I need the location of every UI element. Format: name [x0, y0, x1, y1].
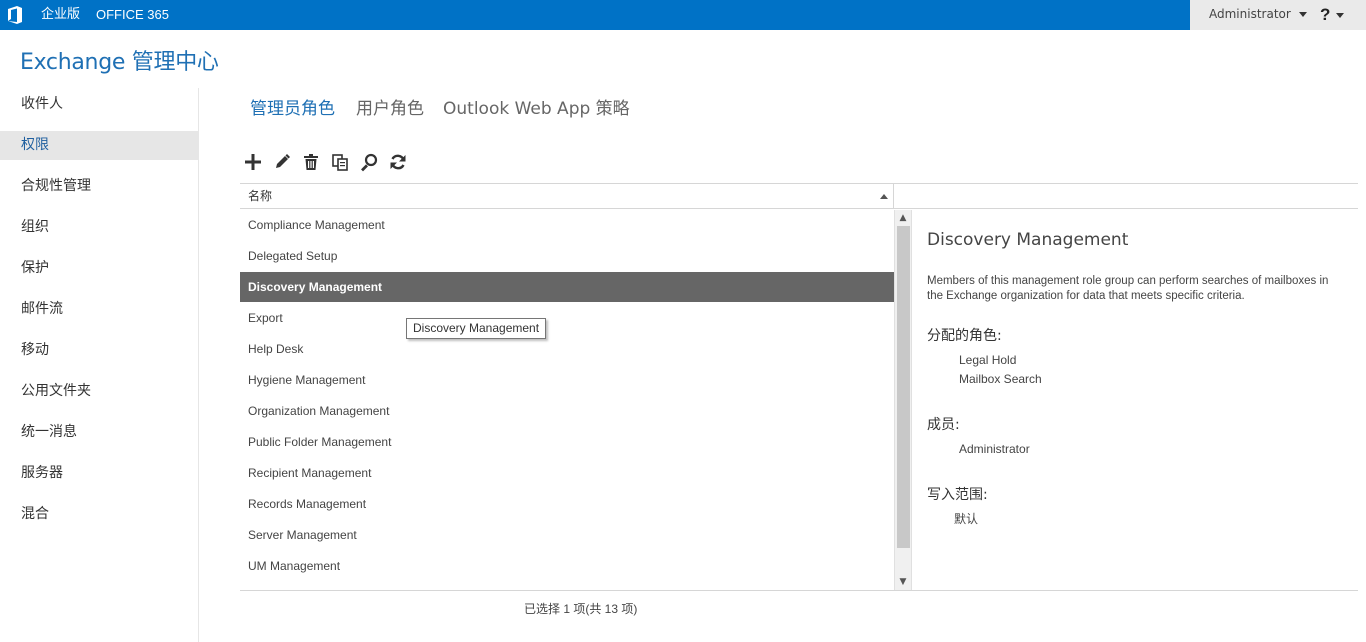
table-row[interactable]: Server Management	[240, 520, 894, 550]
tab-user-roles[interactable]: 用户角色	[356, 94, 424, 119]
scroll-down-icon[interactable]: ▼	[895, 574, 911, 590]
refresh-icon[interactable]	[388, 152, 408, 172]
sidebar-item-compliance[interactable]: 合规性管理	[0, 172, 198, 201]
top-bar: 企业版 OFFICE 365 Administrator ?	[0, 0, 1366, 30]
user-area: Administrator ?	[1190, 0, 1366, 30]
details-title: Discovery Management	[927, 230, 1129, 250]
tab-admin-roles[interactable]: 管理员角色	[250, 94, 335, 119]
sidebar-item-hybrid[interactable]: 混合	[0, 500, 198, 529]
table-row-selected[interactable]: Discovery Management	[240, 272, 894, 302]
edit-icon[interactable]	[272, 152, 292, 172]
edition-link[interactable]: 企业版	[41, 0, 80, 30]
scroll-thumb[interactable]	[897, 226, 910, 548]
selection-status: 已选择 1 项(共 13 项)	[524, 602, 638, 616]
table-row[interactable]: Public Folder Management	[240, 427, 894, 457]
details-description: Members of this management role group ca…	[927, 275, 1329, 302]
list-bottom-border	[240, 590, 1358, 591]
sidebar-item-permissions[interactable]: 权限	[0, 131, 198, 160]
sidebar-item-mail-flow[interactable]: 邮件流	[0, 295, 198, 324]
help-label: ?	[1320, 5, 1331, 24]
column-divider	[893, 184, 894, 209]
user-name: Administrator	[1209, 7, 1291, 21]
role-group-list: Compliance Management Delegated Setup Di…	[240, 210, 894, 590]
help-menu[interactable]: ?	[1320, 0, 1345, 30]
list-header: 名称	[240, 183, 1358, 209]
sort-ascending-icon[interactable]	[880, 194, 888, 199]
office-logo-icon[interactable]	[7, 6, 23, 24]
sidebar-item-recipients[interactable]: 收件人	[0, 90, 198, 119]
column-header-name[interactable]: 名称	[248, 184, 272, 209]
user-menu[interactable]: Administrator	[1209, 0, 1307, 30]
assigned-role-item: Legal Hold	[959, 353, 1017, 367]
write-scope-label: 写入范围:	[927, 487, 988, 503]
table-row[interactable]: Hygiene Management	[240, 365, 894, 395]
table-row[interactable]: Help Desk	[240, 334, 894, 364]
assigned-roles-label: 分配的角色:	[927, 328, 1002, 344]
row-tooltip: Discovery Management	[406, 318, 547, 339]
write-scope-value: 默认	[954, 512, 979, 526]
office365-link[interactable]: OFFICE 365	[96, 0, 169, 30]
page-title: Exchange 管理中心	[20, 50, 219, 75]
member-item: Administrator	[959, 442, 1030, 456]
sidebar-item-unified-messaging[interactable]: 统一消息	[0, 418, 198, 447]
search-icon[interactable]	[359, 152, 379, 172]
add-icon[interactable]	[243, 152, 263, 172]
assigned-role-item: Mailbox Search	[959, 372, 1042, 386]
table-row[interactable]: Compliance Management	[240, 210, 894, 240]
sidebar-item-servers[interactable]: 服务器	[0, 459, 198, 488]
scroll-up-icon[interactable]: ▲	[895, 210, 911, 226]
sidebar-item-public-folders[interactable]: 公用文件夹	[0, 377, 198, 406]
table-row[interactable]: Recipient Management	[240, 458, 894, 488]
sidebar-item-mobile[interactable]: 移动	[0, 336, 198, 365]
table-row[interactable]: Records Management	[240, 489, 894, 519]
table-row[interactable]: Export	[240, 303, 894, 333]
members-label: 成员:	[927, 417, 960, 433]
pane-divider	[911, 210, 912, 590]
chevron-down-icon	[1336, 13, 1345, 19]
delete-icon[interactable]	[301, 152, 321, 172]
table-row[interactable]: UM Management	[240, 551, 894, 581]
table-row[interactable]: Delegated Setup	[240, 241, 894, 271]
copy-icon[interactable]	[330, 152, 350, 172]
sidebar: 收件人 权限 合规性管理 组织 保护 邮件流 移动 公用文件夹 统一消息 服务器…	[0, 88, 199, 642]
tab-owa-policies[interactable]: Outlook Web App 策略	[443, 94, 630, 119]
sidebar-item-organization[interactable]: 组织	[0, 213, 198, 242]
chevron-down-icon	[1298, 12, 1307, 17]
table-row[interactable]: Organization Management	[240, 396, 894, 426]
sidebar-item-protection[interactable]: 保护	[0, 254, 198, 283]
list-scrollbar[interactable]: ▲ ▼	[894, 210, 911, 590]
